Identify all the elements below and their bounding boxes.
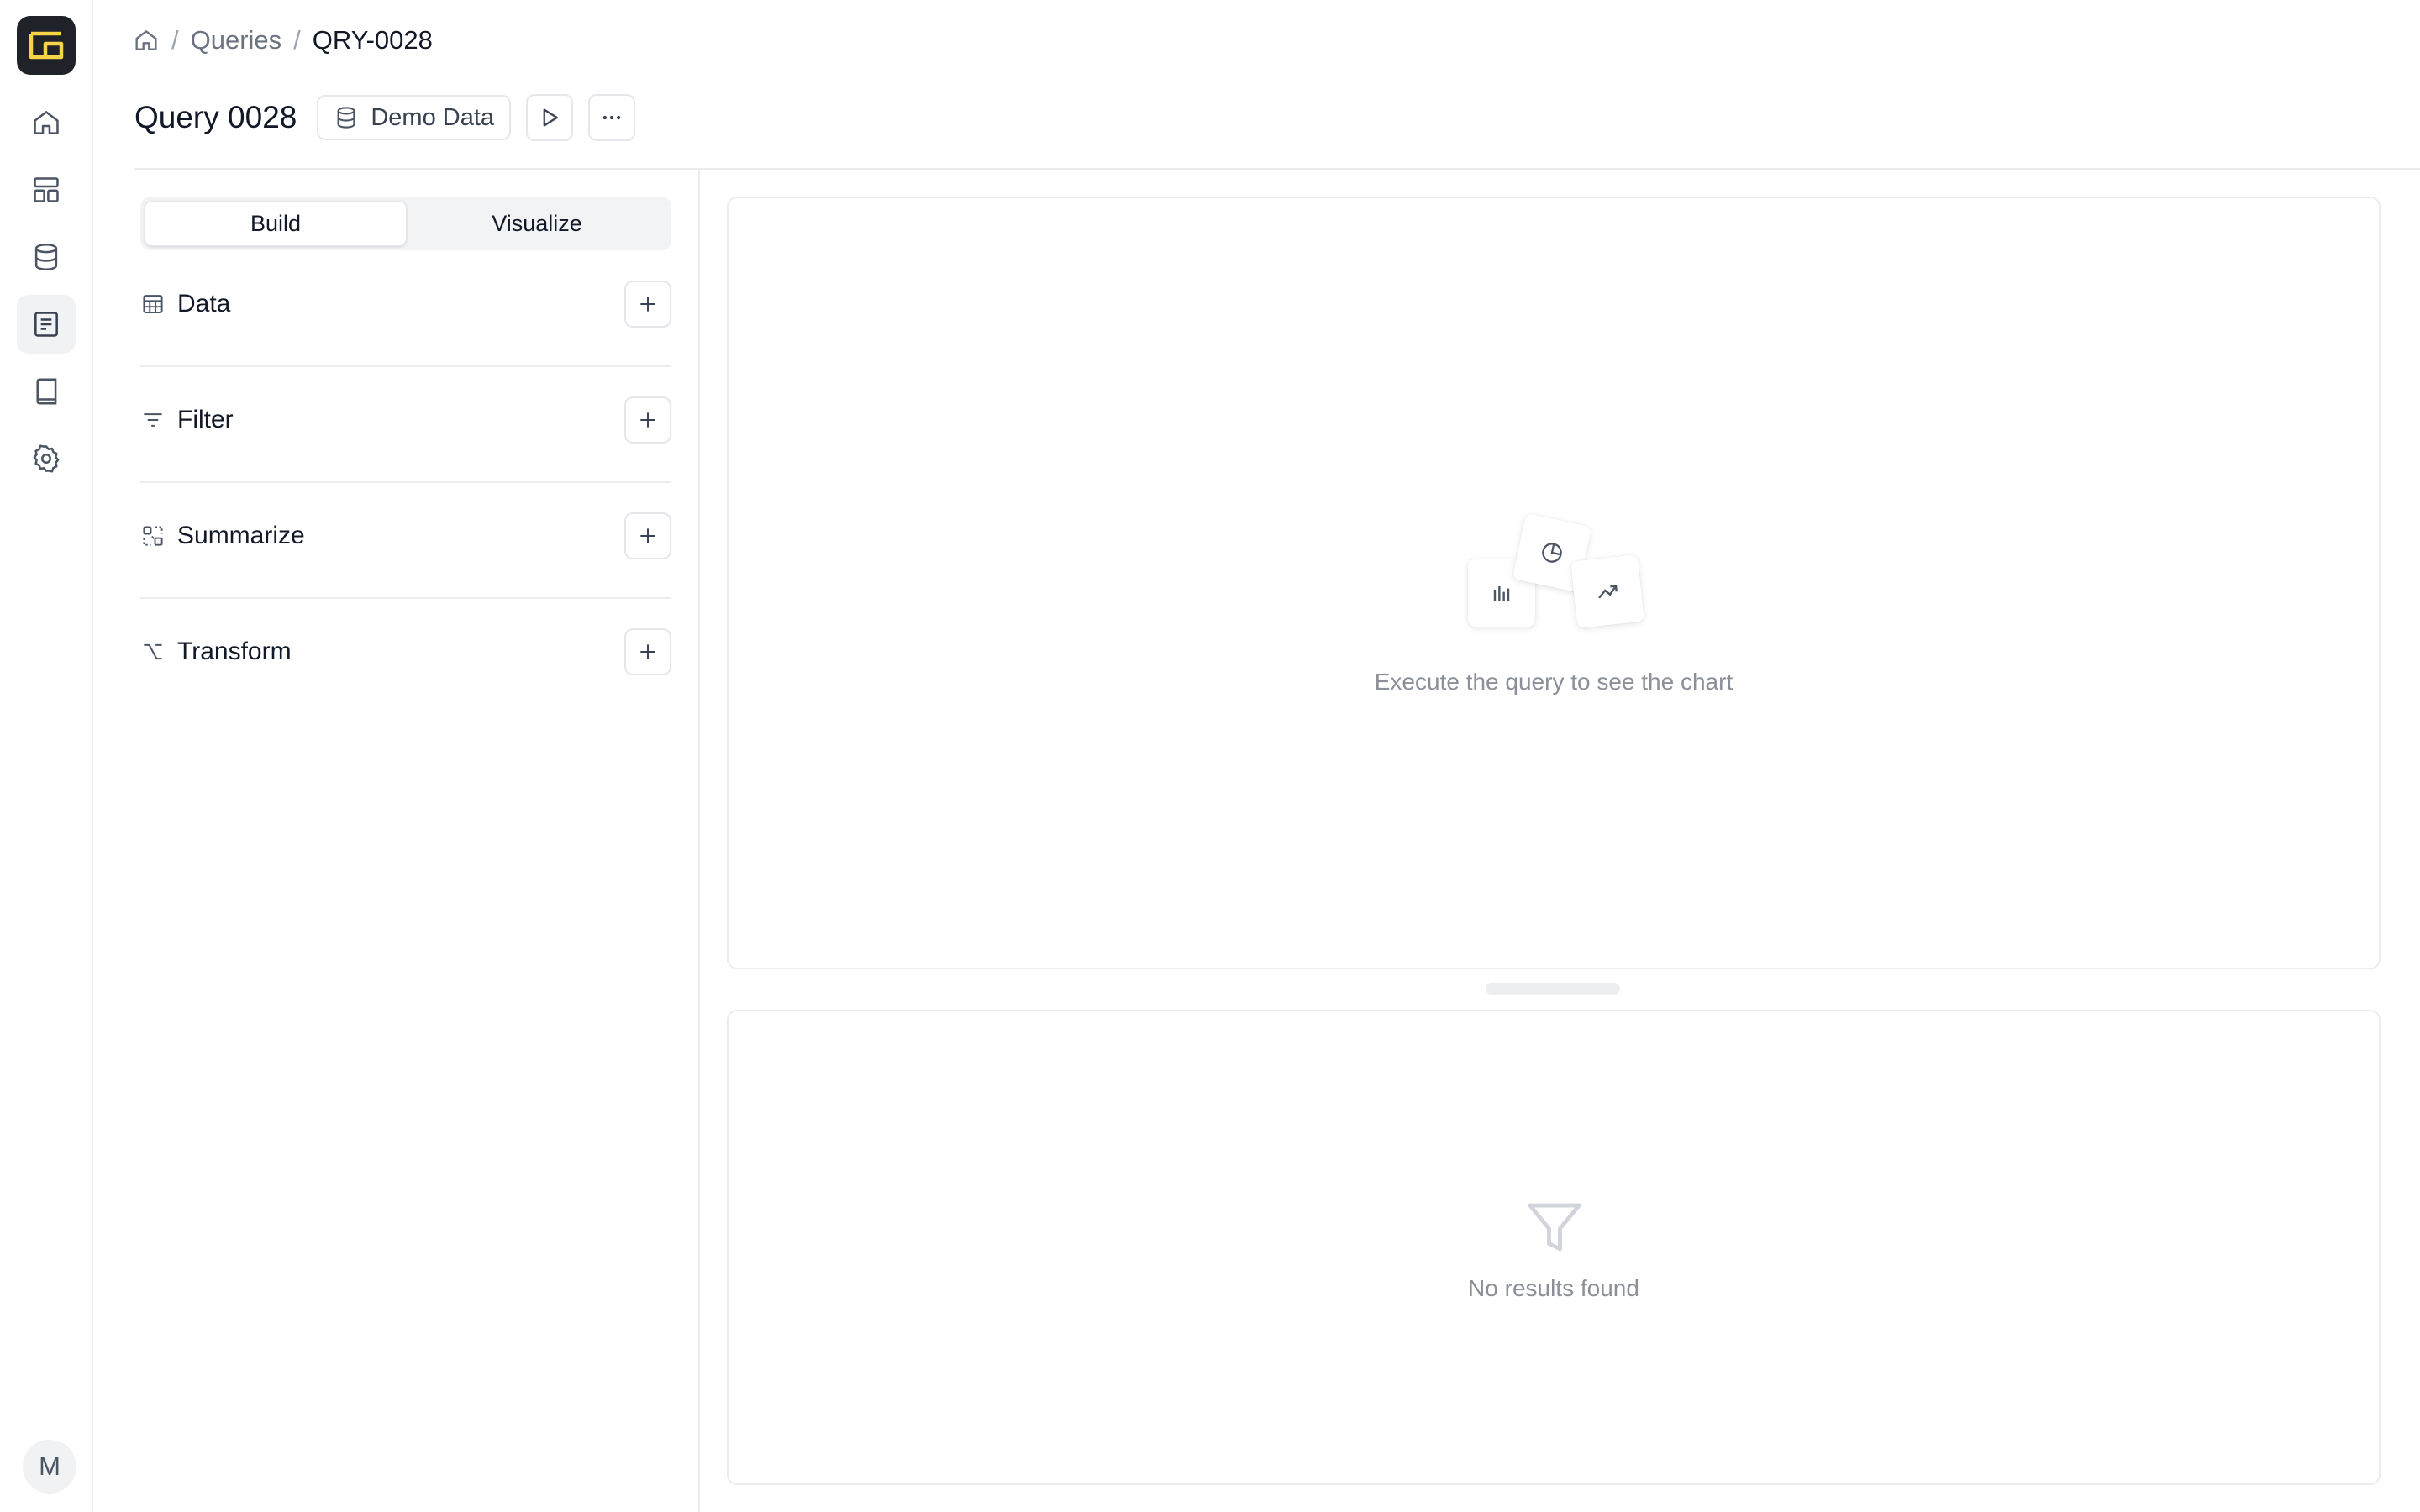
- app-logo[interactable]: [16, 16, 76, 75]
- notebook-icon: [35, 378, 56, 405]
- line-chart-card: [1570, 554, 1644, 628]
- settings-icon: [33, 444, 59, 473]
- breadcrumb-separator: /: [293, 25, 301, 55]
- tab-visualize[interactable]: Visualize: [407, 201, 667, 246]
- summarize-icon: [143, 526, 163, 546]
- more-options-button[interactable]: [588, 94, 636, 141]
- table-icon: [143, 295, 163, 313]
- add-transform-button[interactable]: [624, 628, 671, 675]
- query-header: Query 0028 Demo Data: [134, 94, 636, 141]
- logo-icon: [29, 31, 63, 60]
- breadcrumb-queries-link[interactable]: Queries: [191, 25, 282, 55]
- app-root: M / Queries / QRY-0028 Query 0028 Demo D…: [0, 0, 2420, 1512]
- section-transform: Transform: [140, 622, 671, 681]
- bar-chart-icon: [1493, 586, 1510, 601]
- database-icon: [34, 244, 57, 270]
- pie-chart-icon: [1542, 543, 1562, 563]
- section-data-label: Data: [177, 290, 231, 318]
- chart-panel: Execute the query to see the chart: [727, 197, 2381, 969]
- section-filter: Filter: [140, 391, 671, 449]
- section-summarize-label: Summarize: [177, 522, 305, 549]
- run-query-button[interactable]: [526, 94, 574, 141]
- filter-lines-icon: [144, 413, 162, 427]
- queries-icon: [34, 312, 58, 337]
- sidebar-rail: M: [0, 0, 93, 1512]
- section-filter-label: Filter: [177, 406, 234, 433]
- rail-nav: [16, 93, 76, 488]
- home-icon: [33, 111, 59, 134]
- breadcrumb: / Queries / QRY-0028: [133, 22, 433, 59]
- plus-icon: [640, 412, 655, 428]
- play-icon: [543, 108, 558, 127]
- nav-settings[interactable]: [17, 429, 76, 488]
- section-summarize: Summarize: [140, 507, 671, 565]
- breadcrumb-separator: /: [171, 25, 179, 55]
- home-icon[interactable]: [133, 27, 160, 54]
- section-divider: [140, 365, 671, 367]
- results-empty-message: No results found: [1468, 1275, 1639, 1301]
- nav-data-sources[interactable]: [17, 228, 76, 286]
- add-summarize-button[interactable]: [624, 512, 671, 559]
- trending-up-icon: [1598, 585, 1618, 599]
- section-divider: [140, 481, 671, 483]
- breadcrumb-current: QRY-0028: [312, 25, 433, 55]
- panel-resize-handle[interactable]: [1486, 983, 1620, 995]
- funnel-icon: [1528, 1203, 1581, 1252]
- builder-tabs: Build Visualize: [140, 197, 671, 250]
- results-panel: No results found: [727, 1010, 2381, 1485]
- nav-dashboards[interactable]: [17, 160, 76, 219]
- more-horizontal-icon: [602, 115, 621, 120]
- chart-empty-message: Execute the query to see the chart: [1374, 669, 1733, 695]
- nav-queries[interactable]: [16, 295, 76, 354]
- main-area: / Queries / QRY-0028 Query 0028 Demo Dat…: [93, 0, 2420, 1512]
- transform-icon: [144, 643, 162, 660]
- page-title[interactable]: Query 0028: [134, 100, 297, 135]
- add-filter-button[interactable]: [624, 396, 671, 444]
- user-avatar[interactable]: M: [23, 1440, 76, 1494]
- database-icon: [337, 107, 355, 129]
- dashboard-icon: [33, 177, 59, 202]
- plus-icon: [640, 644, 655, 659]
- data-source-selector[interactable]: Demo Data: [317, 95, 512, 140]
- nav-home[interactable]: [17, 93, 76, 152]
- section-transform-label: Transform: [177, 638, 292, 665]
- nav-notebooks[interactable]: [17, 362, 76, 421]
- tab-build[interactable]: Build: [145, 201, 407, 246]
- plus-icon: [640, 528, 655, 543]
- section-data: Data: [140, 275, 671, 333]
- add-data-button[interactable]: [624, 281, 671, 328]
- data-source-label: Demo Data: [371, 103, 495, 131]
- plus-icon: [640, 297, 655, 312]
- section-divider: [140, 597, 671, 599]
- query-builder-panel: Build Visualize Data Filter Summarize Tr…: [93, 170, 700, 1512]
